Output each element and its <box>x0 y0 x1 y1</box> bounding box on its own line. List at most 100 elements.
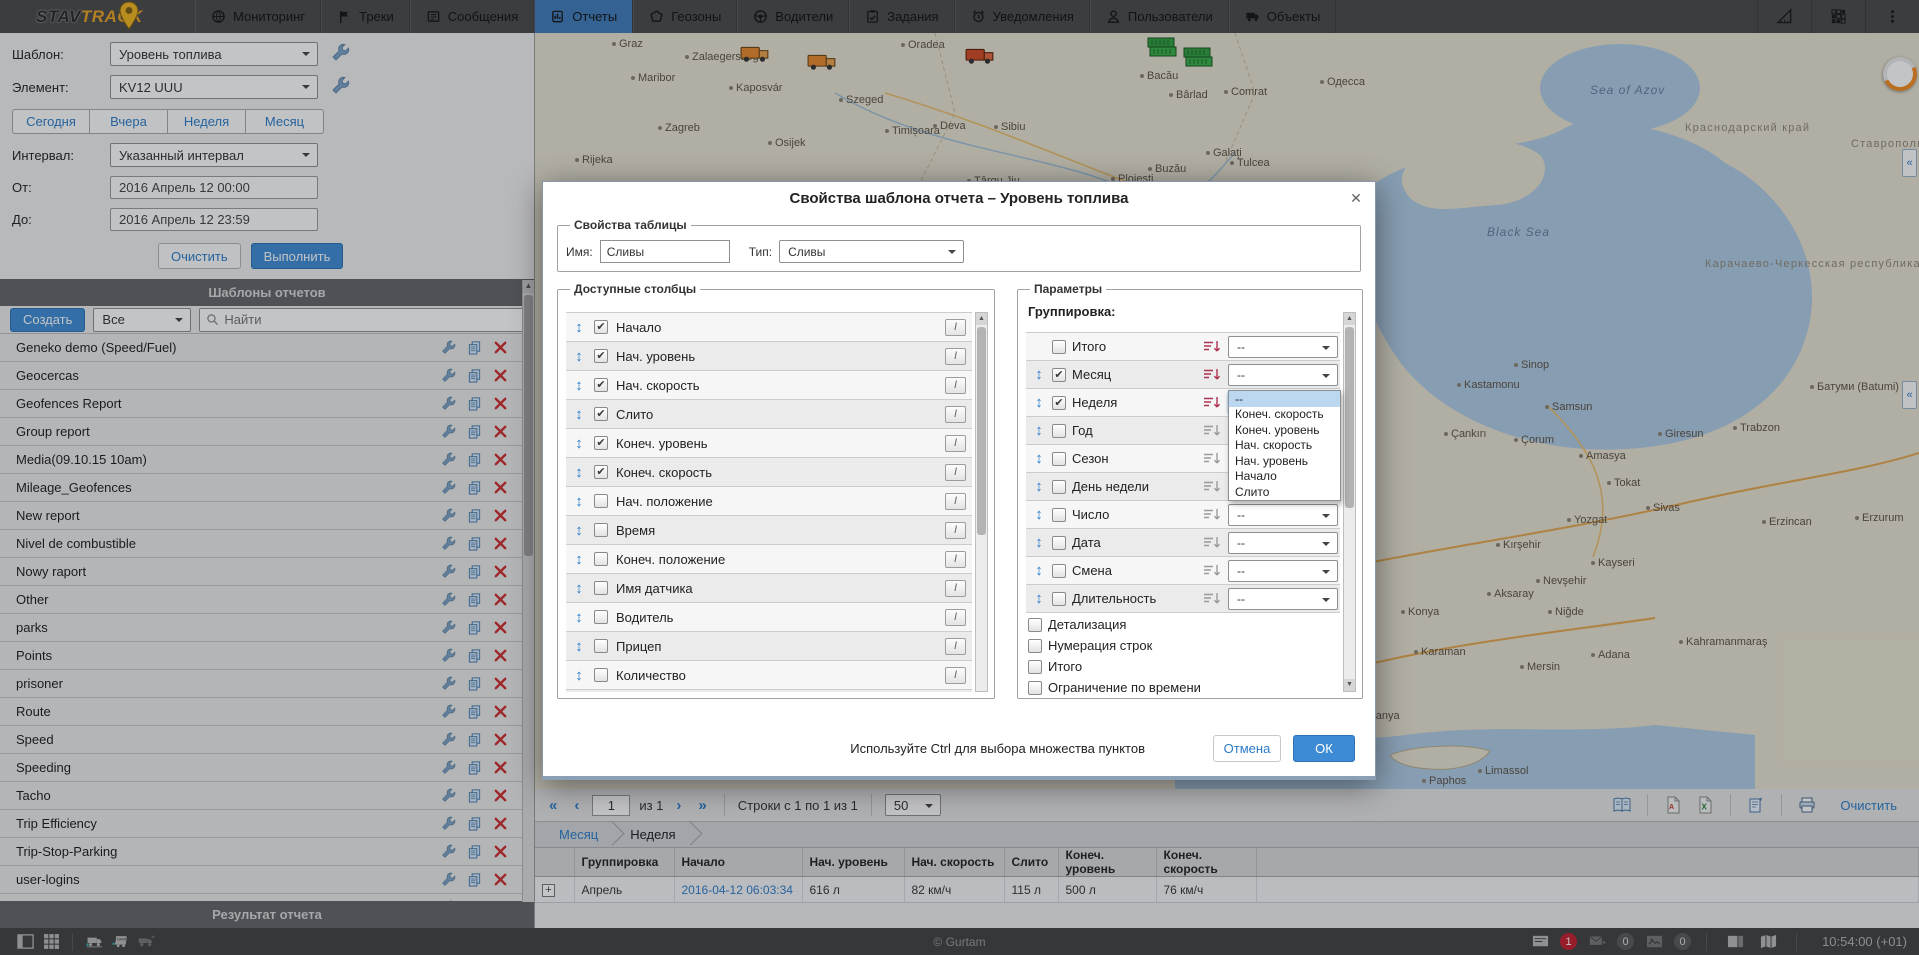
column-item-Конеч. скорость[interactable]: ↕✔Конеч. скоростьI <box>566 458 972 487</box>
column-checkbox[interactable] <box>594 581 608 595</box>
scrollbar-thumb[interactable] <box>1345 327 1354 508</box>
grouping-checkbox[interactable] <box>1052 424 1066 438</box>
sort-order-icon[interactable] <box>1203 451 1222 467</box>
grouping-row-Дата[interactable]: ↕Дата-- <box>1026 529 1340 557</box>
column-format-button[interactable]: I <box>945 435 966 452</box>
grouping-value-select[interactable]: -- <box>1228 588 1338 610</box>
column-item-Счетчик[interactable]: ↕СчетчикI <box>566 690 972 692</box>
option-Итого[interactable]: Итого <box>1026 656 1340 677</box>
sort-order-icon[interactable] <box>1203 535 1222 551</box>
drag-handle-icon[interactable]: ↕ <box>1032 534 1046 551</box>
sort-order-icon[interactable] <box>1203 423 1222 439</box>
column-format-button[interactable]: I <box>945 377 966 394</box>
column-format-button[interactable]: I <box>945 464 966 481</box>
column-checkbox[interactable] <box>594 523 608 537</box>
drag-handle-icon[interactable]: ↕ <box>1032 590 1046 607</box>
drag-handle-icon[interactable]: ↕ <box>572 493 586 510</box>
grouping-row-Месяц[interactable]: ↕✔Месяц-- <box>1026 361 1340 389</box>
drag-handle-icon[interactable]: ↕ <box>572 609 586 626</box>
sort-order-icon[interactable] <box>1203 367 1222 383</box>
column-format-button[interactable]: I <box>945 319 966 336</box>
column-format-button[interactable]: I <box>945 406 966 423</box>
column-checkbox[interactable] <box>594 639 608 653</box>
column-checkbox[interactable]: ✔ <box>594 320 608 334</box>
column-item-Начало[interactable]: ↕✔НачалоI <box>566 313 972 342</box>
grouping-value-select[interactable]: -- <box>1228 336 1338 358</box>
column-format-button[interactable]: I <box>945 493 966 510</box>
column-item-Нач. скорость[interactable]: ↕✔Нач. скоростьI <box>566 371 972 400</box>
columns-scrollbar[interactable]: ▲ <box>975 312 988 692</box>
drag-handle-icon[interactable]: ↕ <box>1032 450 1046 467</box>
column-item-Прицеп[interactable]: ↕ПрицепI <box>566 632 972 661</box>
grouping-row-Число[interactable]: ↕Число-- <box>1026 501 1340 529</box>
drag-handle-icon[interactable]: ↕ <box>1032 562 1046 579</box>
drag-handle-icon[interactable]: ↕ <box>572 551 586 568</box>
option-checkbox[interactable] <box>1028 618 1042 632</box>
dropdown-option[interactable]: Конеч. уровень <box>1229 422 1340 438</box>
drag-handle-icon[interactable]: ↕ <box>572 522 586 539</box>
column-checkbox[interactable] <box>594 668 608 682</box>
drag-handle-icon[interactable]: ↕ <box>1032 478 1046 495</box>
column-format-button[interactable]: I <box>945 522 966 539</box>
sort-order-icon[interactable] <box>1203 339 1222 355</box>
grouping-checkbox[interactable]: ✔ <box>1052 396 1066 410</box>
dropdown-option[interactable]: Конеч. скорость <box>1229 407 1340 423</box>
dropdown-option[interactable]: Нач. уровень <box>1229 453 1340 469</box>
grouping-value-select[interactable]: -- <box>1228 532 1338 554</box>
column-checkbox[interactable] <box>594 610 608 624</box>
column-item-Нач. уровень[interactable]: ↕✔Нач. уровеньI <box>566 342 972 371</box>
option-Нумерация строк[interactable]: Нумерация строк <box>1026 635 1340 656</box>
drag-handle-icon[interactable]: ↕ <box>1032 366 1046 383</box>
drag-handle-icon[interactable]: ↕ <box>572 435 586 452</box>
drag-handle-icon[interactable]: ↕ <box>572 638 586 655</box>
scroll-up-icon[interactable]: ▲ <box>1344 313 1355 325</box>
grouping-checkbox[interactable] <box>1052 508 1066 522</box>
grouping-value-select[interactable]: -- <box>1228 560 1338 582</box>
column-checkbox[interactable]: ✔ <box>594 407 608 421</box>
drag-handle-icon[interactable]: ↕ <box>572 667 586 684</box>
drag-handle-icon[interactable]: ↕ <box>1032 506 1046 523</box>
table-name-input[interactable] <box>600 240 730 263</box>
scrollbar-thumb[interactable] <box>977 327 986 535</box>
drag-handle-icon[interactable]: ↕ <box>572 464 586 481</box>
ok-button[interactable]: ОК <box>1293 735 1355 762</box>
grouping-checkbox[interactable] <box>1052 592 1066 606</box>
grouping-checkbox[interactable]: ✔ <box>1052 368 1066 382</box>
column-format-button[interactable]: I <box>945 580 966 597</box>
parameters-scrollbar[interactable]: ▲▼ <box>1343 312 1356 692</box>
column-item-Конеч. положение[interactable]: ↕Конеч. положениеI <box>566 545 972 574</box>
option-checkbox[interactable] <box>1028 681 1042 695</box>
column-item-Слито[interactable]: ↕✔СлитоI <box>566 400 972 429</box>
close-icon[interactable]: ✕ <box>1347 189 1365 207</box>
drag-handle-icon[interactable]: ↕ <box>572 319 586 336</box>
dropdown-option[interactable]: Слито <box>1229 484 1340 500</box>
column-checkbox[interactable]: ✔ <box>594 465 608 479</box>
grouping-checkbox[interactable] <box>1052 480 1066 494</box>
dropdown-option[interactable]: -- <box>1229 391 1340 407</box>
grouping-value-select[interactable]: -- <box>1228 364 1338 386</box>
sort-order-icon[interactable] <box>1203 479 1222 495</box>
column-item-Конеч. уровень[interactable]: ↕✔Конеч. уровеньI <box>566 429 972 458</box>
grouping-checkbox[interactable] <box>1052 340 1066 354</box>
column-item-Время[interactable]: ↕ВремяI <box>566 516 972 545</box>
drag-handle-icon[interactable]: ↕ <box>572 348 586 365</box>
column-format-button[interactable]: I <box>945 638 966 655</box>
drag-handle-icon[interactable]: ↕ <box>1032 422 1046 439</box>
option-Детализация[interactable]: Детализация <box>1026 614 1340 635</box>
column-item-Водитель[interactable]: ↕ВодительI <box>566 603 972 632</box>
drag-handle-icon[interactable]: ↕ <box>1032 394 1046 411</box>
column-item-Нач. положение[interactable]: ↕Нач. положениеI <box>566 487 972 516</box>
column-checkbox[interactable]: ✔ <box>594 349 608 363</box>
column-item-Имя датчика[interactable]: ↕Имя датчикаI <box>566 574 972 603</box>
option-checkbox[interactable] <box>1028 639 1042 653</box>
sort-order-icon[interactable] <box>1203 591 1222 607</box>
column-format-button[interactable]: I <box>945 348 966 365</box>
grouping-value-select[interactable]: -- <box>1228 504 1338 526</box>
option-checkbox[interactable] <box>1028 660 1042 674</box>
grouping-row-Итого[interactable]: Итого-- <box>1026 333 1340 361</box>
column-format-button[interactable]: I <box>945 551 966 568</box>
grouping-row-Длительность[interactable]: ↕Длительность-- <box>1026 585 1340 613</box>
option-Ограничение по времени[interactable]: Ограничение по времени <box>1026 677 1340 698</box>
table-type-select[interactable]: Сливы <box>779 240 964 263</box>
grouping-row-Смена[interactable]: ↕Смена-- <box>1026 557 1340 585</box>
